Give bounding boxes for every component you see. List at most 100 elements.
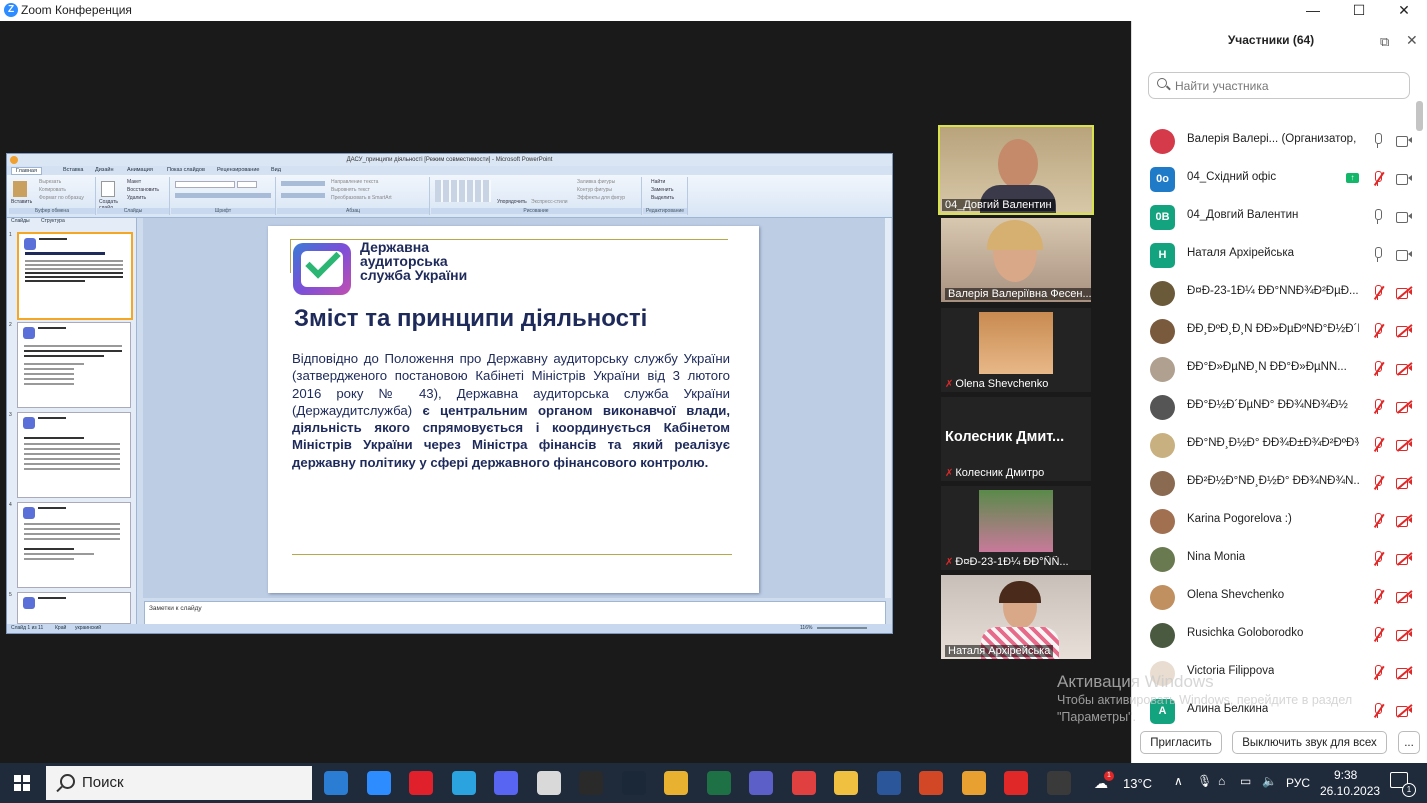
participant-row[interactable]: 0о 04_Східний офіс ↑ [1132,160,1418,198]
video-tile-natalia[interactable]: Наталя Архірейська [941,575,1091,659]
camera-off-icon[interactable] [1396,401,1412,413]
camera-off-icon[interactable] [1396,325,1412,337]
minimize-button[interactable]: — [1290,0,1336,21]
video-tile-fd[interactable]: ✗ Ð¤Ð-23-1Ð¼ ÐÐ°ÑÑ... [941,486,1091,570]
mic-muted-icon[interactable] [1371,323,1385,339]
quick-styles-button[interactable]: Экспресс-стили [531,199,568,205]
tray-chevron-icon[interactable]: ∧ [1174,774,1183,788]
mic-muted-icon[interactable] [1371,171,1385,187]
camera-icon[interactable] [1396,211,1412,223]
tray-battery-icon[interactable]: ▭ [1240,774,1251,788]
word-icon[interactable] [876,771,901,795]
slide-scrollbar[interactable] [885,218,891,598]
participant-row[interactable]: ÐÐ°ÑÐ¸Ð½Ð° ÐÐ¾Ð±Ð¾Ð²ÐºÐ¾ÐµÐ²Ð°... [1132,426,1418,464]
participant-row[interactable]: Н Наталя Архірейська [1132,236,1418,274]
chrome-profile-icon[interactable] [791,771,816,795]
camera-icon[interactable] [1396,249,1412,261]
close-panel-icon[interactable]: ✕ [1406,32,1418,49]
mic-muted-icon[interactable] [1371,285,1385,301]
select-button[interactable]: Выделить [651,195,674,201]
video-tile-dovgyi[interactable]: 04_Довгий Валентин [938,125,1094,215]
more-options-button[interactable]: ... [1398,731,1420,754]
taskbar-search-input[interactable]: Поиск [46,766,312,800]
mic-muted-icon[interactable] [1371,475,1385,491]
powerpoint-icon[interactable] [919,771,943,795]
participant-row[interactable]: Olena Shevchenko [1132,578,1418,616]
video-tile-kolesnyk[interactable]: Колесник Дмит... ✗ Колесник Дмитро [941,397,1091,481]
mic-muted-icon[interactable] [1371,399,1385,415]
epic-games-icon[interactable] [579,771,603,795]
camera-off-icon[interactable] [1396,515,1412,527]
mic-icon[interactable] [1371,209,1385,225]
ppt-tab-view[interactable]: Вид [271,167,281,173]
smartart-button[interactable]: Преобразовать в SmartArt [331,195,392,201]
mic-muted-icon[interactable] [1371,551,1385,567]
steam-icon[interactable] [621,771,646,795]
participant-row[interactable]: ÐÐ°Ð»ÐµÑÐ¸Ñ ÐÐ°Ð»ÐµÑÑ... [1132,350,1418,388]
camera-off-icon[interactable] [1396,439,1412,451]
windows-start-icon[interactable] [14,775,30,791]
ppt-tab-home[interactable]: Главная [11,167,42,175]
clock-date[interactable]: 26.10.2023 [1320,784,1380,798]
paste-icon[interactable] [13,181,27,197]
explorer-icon[interactable] [834,771,858,795]
slide-thumbnail-3[interactable] [17,412,131,498]
mic-muted-icon[interactable] [1371,627,1385,643]
format-painter-button[interactable]: Формат по образцу [39,195,84,201]
cut-button[interactable]: Вырезать [39,179,61,185]
mail-icon[interactable] [324,771,348,795]
slide-thumbnail-4[interactable] [17,502,131,588]
roblox-icon[interactable] [536,771,561,795]
invite-button[interactable]: Пригласить [1140,731,1222,754]
replace-button[interactable]: Заменить [651,187,673,193]
camera-off-icon[interactable] [1396,591,1412,603]
align-buttons[interactable] [281,193,325,198]
participant-row[interactable]: ÐÐ°Ð½Ð´ÐµÑÐ° ÐÐ¾ÑÐ¾Ð½ [1132,388,1418,426]
zoom-icon[interactable] [366,771,391,795]
notes-pane[interactable]: Заметки к слайду [144,601,886,625]
participant-search-input[interactable]: Найти участника [1148,72,1410,99]
tray-network-icon[interactable]: ⌂ [1218,774,1225,788]
acrobat-icon[interactable] [1004,771,1028,795]
shapes-gallery[interactable] [435,180,491,202]
mic-icon[interactable] [1371,133,1385,149]
participant-row[interactable]: Валерія Валері... (Организатор, я) [1132,122,1418,160]
chrome-alt-icon[interactable] [961,771,986,795]
mic-muted-icon[interactable] [1371,513,1385,529]
slide-thumbnail-5[interactable] [17,592,131,624]
zoom-slider[interactable] [817,627,867,629]
ppt-tab-design[interactable]: Дизайн [95,167,114,173]
ppt-tab-animation[interactable]: Анимация [127,167,153,173]
camera-off-icon[interactable] [1396,287,1412,299]
ppt-tab-review[interactable]: Рецензирование [217,167,259,173]
camera-off-icon[interactable] [1396,667,1412,679]
new-slide-icon[interactable] [101,181,115,197]
mic-icon[interactable] [1371,247,1385,263]
snipping-icon[interactable] [1046,771,1071,795]
camera-off-icon[interactable] [1396,705,1412,717]
ppt-tab-insert[interactable]: Вставка [63,167,83,173]
camera-off-icon[interactable] [1396,363,1412,375]
close-button[interactable]: ✕ [1381,0,1427,21]
shape-effects-button[interactable]: Эффекты для фигур [577,195,625,201]
arrange-button[interactable]: Упорядочить [497,199,527,205]
mic-muted-icon[interactable] [1371,361,1385,377]
delete-slide-button[interactable]: Удалить [127,195,146,201]
ppt-tab-slideshow[interactable]: Показ слайдов [167,167,205,173]
video-tile-valeriia[interactable]: Валерія Валеріївна Фесен... [941,218,1091,302]
temperature[interactable]: 13°C [1123,776,1152,791]
camera-off-icon[interactable] [1396,477,1412,489]
mic-muted-icon[interactable] [1371,665,1385,681]
mic-muted-icon[interactable] [1371,589,1385,605]
layout-button[interactable]: Макет [127,179,141,185]
paste-button[interactable]: Вставить [11,199,32,205]
mute-all-button[interactable]: Выключить звук для всех [1232,731,1387,754]
participant-row[interactable]: Ð¤Ð-23-1Ð¼ ÐÐ°ÑÑÐ¾Ð²ÐµÐ... [1132,274,1418,312]
clock-time[interactable]: 9:38 [1334,768,1357,782]
teams-icon[interactable] [749,771,773,795]
excel-icon[interactable] [706,771,731,795]
chrome-icon[interactable] [664,771,688,795]
align-text-button[interactable]: Выровнять текст [331,187,370,193]
find-button[interactable]: Найти [651,179,665,185]
camera-off-icon[interactable] [1396,553,1412,565]
